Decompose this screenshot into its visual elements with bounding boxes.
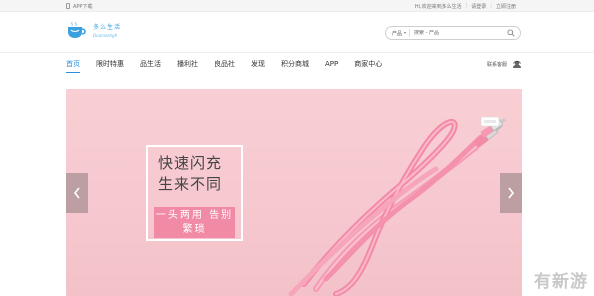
- banner-headline-2: 生来不同: [158, 175, 223, 193]
- nav-item-lifestyle[interactable]: 品生活: [140, 53, 169, 75]
- search-icon[interactable]: [507, 29, 515, 37]
- search-scope-label: 产品: [392, 30, 403, 37]
- customer-service-label: 联系客服: [486, 61, 507, 68]
- customer-service-link[interactable]: 联系客服: [487, 53, 522, 75]
- nav-item-points-mall[interactable]: 积分商城: [281, 53, 317, 75]
- search-scope-select[interactable]: 产品: [386, 29, 411, 37]
- app-download-label: APP下载: [73, 3, 93, 10]
- banner-headline-1: 快速闪充: [158, 154, 223, 172]
- headset-icon: [513, 60, 521, 68]
- logo-chinese-text: 多么生活: [93, 24, 122, 31]
- banner-text-frame: 快速闪充 生来不同 一头两用 告别繁琐: [146, 145, 243, 241]
- logo-english-text: Duomeshgh: [93, 33, 118, 38]
- chevron-right-icon: [508, 187, 515, 199]
- hero-banner[interactable]: 快速闪充 生来不同 一头两用 告别繁琐: [66, 89, 522, 296]
- main-nav: 首页 限时特惠 品生活 播利社 良品社 发现 积分商城 APP 商家中心 联系客…: [0, 53, 594, 75]
- teacup-logo-icon: [68, 21, 86, 38]
- nav-item-quality-goods[interactable]: 良品社: [214, 53, 243, 75]
- search-input[interactable]: [410, 30, 507, 36]
- login-link[interactable]: 请登录: [467, 3, 490, 10]
- top-utility-bar: APP下载 Hi,欢迎来到多么生活 | 请登录 | 立即注册: [0, 0, 594, 12]
- nav-items: 首页 限时特惠 品生活 播利社 良品社 发现 积分商城 APP 商家中心: [66, 53, 398, 75]
- banner-subline: 一头两用 告别繁琐: [154, 207, 235, 238]
- search-bar: 产品: [385, 26, 521, 40]
- greeting-text: Hi,欢迎来到多么生活: [414, 3, 462, 10]
- register-link[interactable]: 立即注册: [492, 3, 520, 10]
- nav-item-merchant-center[interactable]: 商家中心: [354, 53, 390, 75]
- usb-cable-product-image: [288, 116, 507, 296]
- watermark-text: 有新游: [534, 272, 588, 292]
- nav-item-home[interactable]: 首页: [66, 53, 88, 75]
- account-links: Hi,欢迎来到多么生活 | 请登录 | 立即注册: [411, 0, 520, 12]
- chevron-down-icon: [404, 32, 407, 34]
- nav-item-discover[interactable]: 发现: [251, 53, 273, 75]
- nav-item-flash-sale[interactable]: 限时特惠: [96, 53, 132, 75]
- phone-icon: [66, 3, 70, 9]
- app-download-link[interactable]: APP下载: [66, 0, 92, 12]
- site-logo[interactable]: 多么生活 Duomeshgh: [66, 21, 121, 39]
- nav-item-benefits[interactable]: 播利社: [177, 53, 206, 75]
- nav-item-app[interactable]: APP: [325, 53, 346, 75]
- carousel-next-button[interactable]: [500, 173, 522, 213]
- chevron-left-icon: [73, 187, 80, 199]
- site-header: 多么生活 Duomeshgh 产品: [0, 12, 594, 52]
- carousel-prev-button[interactable]: [66, 173, 88, 213]
